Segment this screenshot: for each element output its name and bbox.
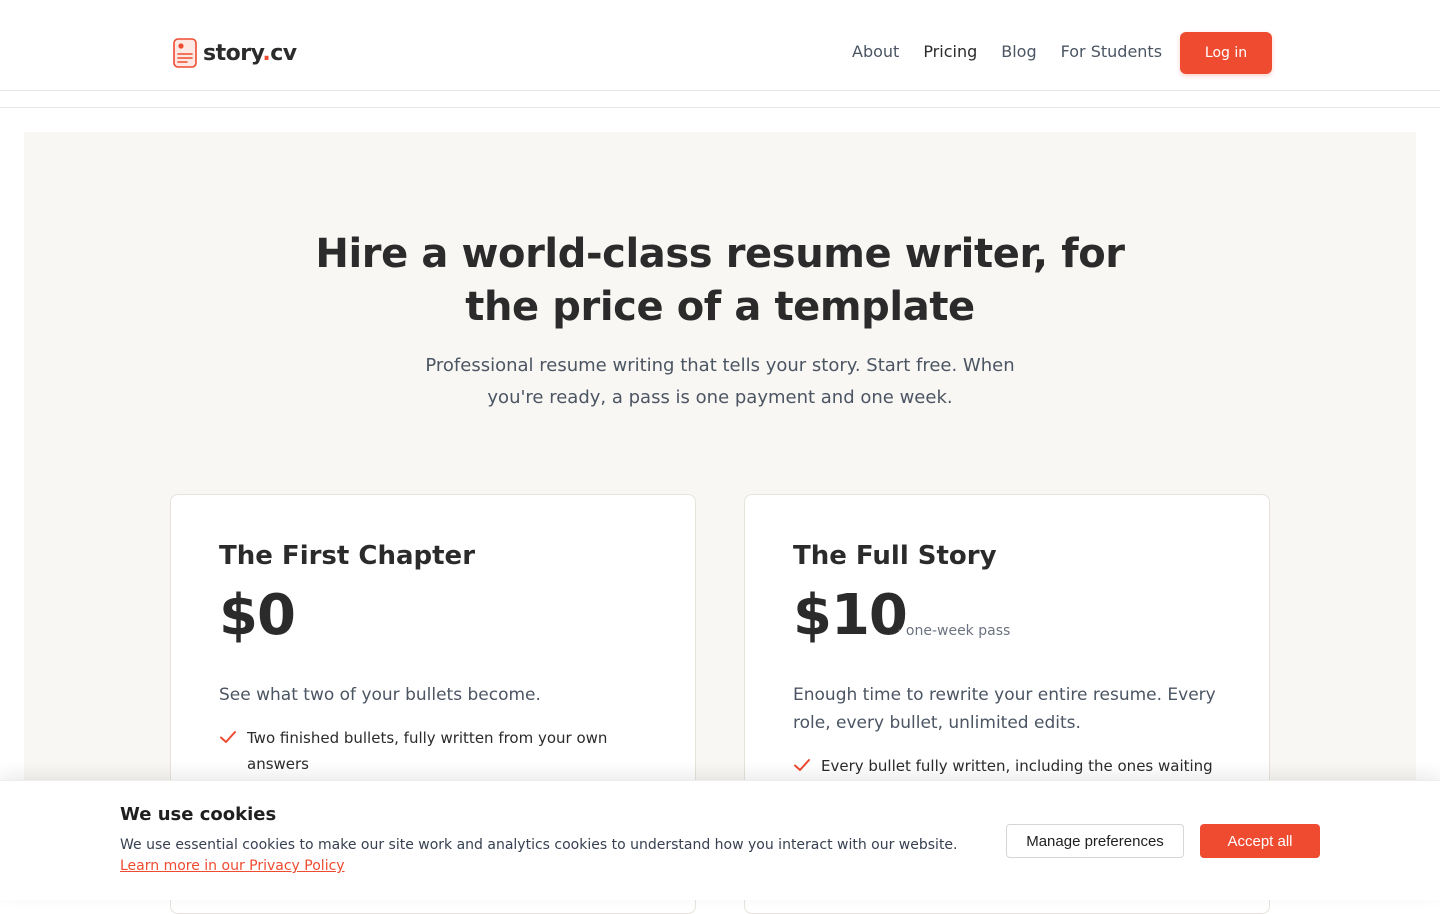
plan-feature: Every bullet fully written, including th… (793, 753, 1213, 779)
logo[interactable]: story.cv (173, 38, 297, 68)
page-title: Hire a world-class resume writer, for th… (24, 228, 1416, 334)
check-icon (220, 731, 236, 743)
plan-feature-text: Two finished bullets, fully written from… (247, 729, 608, 773)
cookie-banner: We use cookies We use essential cookies … (0, 780, 1440, 900)
accept-all-button[interactable]: Accept all (1200, 824, 1320, 858)
nav-blog[interactable]: Blog (1001, 41, 1036, 63)
cookie-title: We use cookies (120, 804, 277, 825)
plan-price-note: · one-week pass (897, 623, 1011, 639)
title-line: Hire a world-class resume writer, for (315, 231, 1125, 277)
document-logo-icon (173, 38, 197, 68)
check-icon (794, 759, 810, 771)
plan-feature-text: Every bullet fully written, including th… (821, 757, 1213, 775)
privacy-policy-link[interactable]: Learn more in our Privacy Policy (120, 858, 345, 874)
pricing-hero: Hire a world-class resume writer, for th… (24, 132, 1416, 914)
cookie-description: We use essential cookies to make our sit… (120, 837, 958, 853)
page-subtitle: Professional resume writing that tells y… (24, 350, 1416, 414)
plan-name: The Full Story (793, 541, 997, 571)
site-header: story.cv About Pricing Blog For Students… (0, 0, 1440, 91)
plan-price: $10 (793, 583, 908, 648)
subtitle-line: Professional resume writing that tells y… (425, 355, 1015, 376)
plan-description: See what two of your bullets become. (219, 685, 541, 705)
manage-preferences-button[interactable]: Manage preferences (1006, 824, 1184, 858)
plan-price: $0 (219, 583, 296, 648)
cookie-text: We use essential cookies to make our sit… (120, 835, 960, 877)
plan-feature: Two finished bullets, fully written from… (219, 725, 639, 777)
plan-name: The First Chapter (219, 541, 476, 571)
nav-for-students[interactable]: For Students (1061, 41, 1162, 63)
divider (0, 107, 1440, 108)
nav-about[interactable]: About (852, 41, 899, 63)
plan-description: Enough time to rewrite your entire resum… (793, 685, 1216, 733)
logo-text: story.cv (203, 40, 297, 66)
nav-pricing[interactable]: Pricing (923, 41, 977, 63)
title-line: the price of a template (465, 284, 975, 330)
login-button[interactable]: Log in (1180, 32, 1272, 74)
main-nav: About Pricing Blog For Students (852, 41, 1162, 63)
subtitle-line: you're ready, a pass is one payment and … (487, 387, 953, 408)
